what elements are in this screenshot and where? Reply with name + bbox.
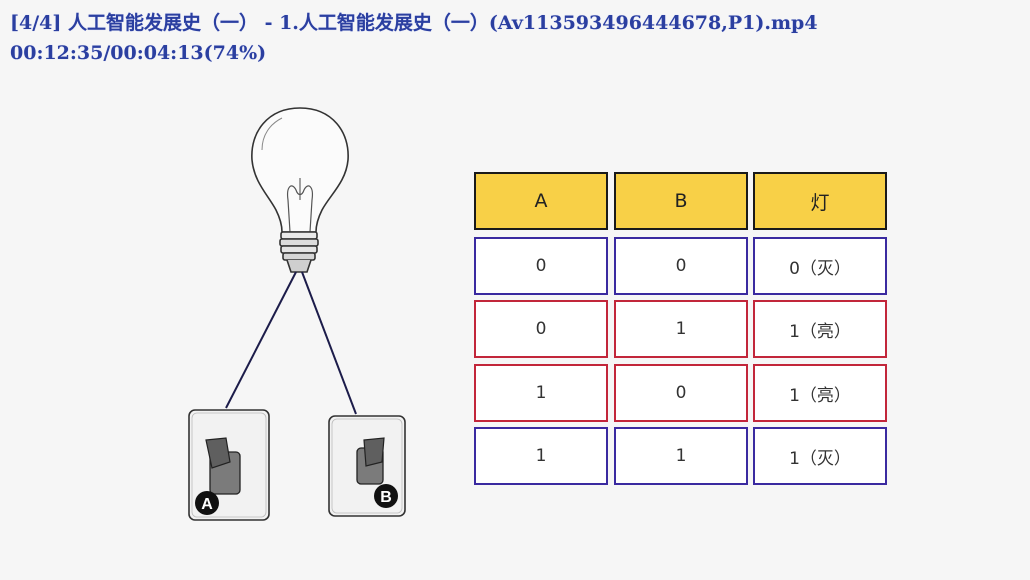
playback-overlay: [4/4] 人工智能发展史（一） - 1.人工智能发展史（一）(Av113593… (10, 8, 818, 68)
playback-time: 00:12:35/00:04:13(74%) (10, 42, 267, 64)
wires (225, 271, 357, 415)
table-cell-b: 0 (614, 237, 748, 295)
switch-b-label: B (380, 489, 392, 506)
switch-b[interactable]: B (328, 415, 406, 517)
table-header-lamp: 灯 (753, 172, 887, 230)
table-cell-lamp: 0（灭） (753, 237, 887, 295)
table-header-b: B (614, 172, 748, 230)
table-cell-a: 1 (474, 427, 608, 485)
table-cell-a: 1 (474, 364, 608, 422)
video-frame: A B A B 灯 0 0 0（灭） 0 1 1（亮） 1 0 1（亮） 1 1… (0, 0, 1030, 580)
table-cell-b: 0 (614, 364, 748, 422)
table-cell-a: 0 (474, 237, 608, 295)
table-cell-lamp: 1（灭） (753, 427, 887, 485)
table-cell-lamp: 1（亮） (753, 300, 887, 358)
table-cell-b: 1 (614, 427, 748, 485)
table-cell-b: 1 (614, 300, 748, 358)
switch-a-label: A (201, 496, 213, 513)
table-header-a: A (474, 172, 608, 230)
lightbulb-icon (251, 107, 349, 273)
table-cell-lamp: 1（亮） (753, 364, 887, 422)
video-title: [4/4] 人工智能发展史（一） - 1.人工智能发展史（一）(Av113593… (10, 12, 818, 34)
switch-a[interactable]: A (188, 409, 270, 521)
table-cell-a: 0 (474, 300, 608, 358)
